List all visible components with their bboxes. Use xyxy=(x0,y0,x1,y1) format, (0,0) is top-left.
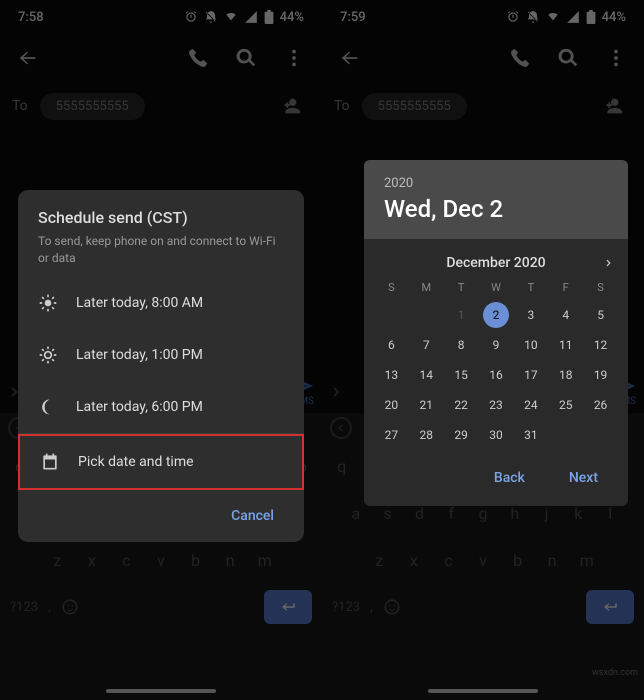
schedule-send-dialog: Schedule send (CST) To send, keep phone … xyxy=(18,190,304,542)
phone-left: 7:58 44% To 5555555555 xyxy=(0,0,322,700)
option-morning[interactable]: Later today, 8:00 AM xyxy=(18,277,304,329)
sun-icon xyxy=(38,293,58,313)
calendar-day[interactable]: 18 xyxy=(548,360,583,390)
calendar-day[interactable]: 21 xyxy=(409,390,444,420)
next-month-button[interactable] xyxy=(604,253,614,272)
calendar-day xyxy=(374,300,409,330)
calendar-day[interactable]: 8 xyxy=(444,330,479,360)
dialog-subtitle: To send, keep phone on and connect to Wi… xyxy=(38,233,284,267)
calendar-day[interactable]: 29 xyxy=(444,420,479,450)
calendar-day[interactable]: 7 xyxy=(409,330,444,360)
option-evening[interactable]: Later today, 6:00 PM xyxy=(18,381,304,433)
calendar-day[interactable]: 16 xyxy=(479,360,514,390)
calendar-day xyxy=(583,420,618,450)
next-button[interactable]: Next xyxy=(559,464,608,492)
calendar-selected-date: Wed, Dec 2 xyxy=(384,195,608,223)
calendar-day[interactable]: 2 xyxy=(479,300,514,330)
calendar-day[interactable]: 15 xyxy=(444,360,479,390)
calendar-day[interactable]: 1 xyxy=(444,300,479,330)
calendar-day[interactable]: 5 xyxy=(583,300,618,330)
calendar-weekdays: SMTWTFS xyxy=(374,281,618,300)
calendar-day[interactable]: 22 xyxy=(444,390,479,420)
calendar-month-label: December 2020 xyxy=(446,255,545,271)
calendar-day[interactable]: 3 xyxy=(513,300,548,330)
calendar-day[interactable]: 19 xyxy=(583,360,618,390)
calendar-day[interactable]: 17 xyxy=(513,360,548,390)
option-afternoon[interactable]: Later today, 1:00 PM xyxy=(18,329,304,381)
calendar-day[interactable]: 23 xyxy=(479,390,514,420)
calendar-days: 1234567891011121314151617181920212223242… xyxy=(374,300,618,450)
back-button[interactable]: Back xyxy=(484,464,535,492)
calendar-day[interactable]: 10 xyxy=(513,330,548,360)
pick-date-time-button[interactable]: Pick date and time xyxy=(18,434,304,490)
calendar-header: 2020 Wed, Dec 2 xyxy=(364,160,628,239)
calendar-year[interactable]: 2020 xyxy=(384,176,608,191)
calendar-day[interactable]: 30 xyxy=(479,420,514,450)
dialog-title: Schedule send (CST) xyxy=(38,208,284,227)
calendar-day[interactable]: 26 xyxy=(583,390,618,420)
calendar-icon xyxy=(40,452,60,472)
calendar-day[interactable]: 27 xyxy=(374,420,409,450)
nav-bar xyxy=(322,682,644,700)
phone-right: 7:59 44% To 5555555555 xyxy=(322,0,644,700)
calendar-day[interactable]: 20 xyxy=(374,390,409,420)
calendar-day[interactable]: 11 xyxy=(548,330,583,360)
calendar-day[interactable]: 14 xyxy=(409,360,444,390)
calendar-day[interactable]: 24 xyxy=(513,390,548,420)
nav-bar xyxy=(0,682,322,700)
calendar-day[interactable]: 28 xyxy=(409,420,444,450)
calendar-day xyxy=(548,420,583,450)
calendar-day[interactable]: 13 xyxy=(374,360,409,390)
watermark: wsxdn.com xyxy=(592,668,638,678)
calendar-day[interactable]: 4 xyxy=(548,300,583,330)
calendar-day[interactable]: 12 xyxy=(583,330,618,360)
calendar-day[interactable]: 31 xyxy=(513,420,548,450)
calendar-day[interactable]: 6 xyxy=(374,330,409,360)
cancel-button[interactable]: Cancel xyxy=(221,502,284,530)
sun-partial-icon xyxy=(38,345,58,365)
date-picker-dialog: 2020 Wed, Dec 2 December 2020 SMTWTFS 12… xyxy=(364,160,628,506)
calendar-day[interactable]: 9 xyxy=(479,330,514,360)
moon-icon xyxy=(38,397,58,417)
calendar-day xyxy=(409,300,444,330)
calendar-day[interactable]: 25 xyxy=(548,390,583,420)
